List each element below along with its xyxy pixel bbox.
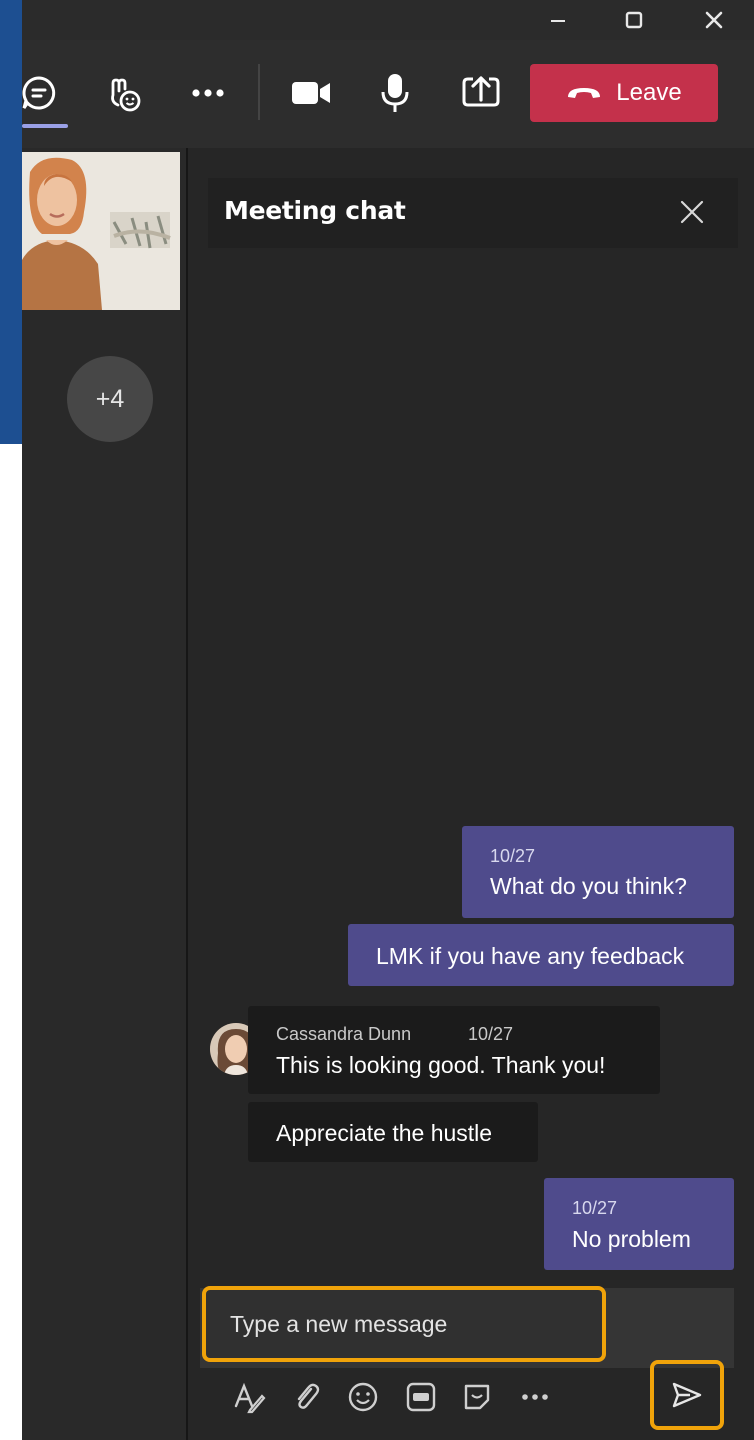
leave-button[interactable]: Leave [530,64,718,122]
send-icon [672,1382,702,1408]
attach-icon [297,1383,320,1409]
meeting-stage: +4 [22,148,186,1440]
toolbar-divider [258,64,260,120]
chat-message-outgoing[interactable]: 10/27 No problem [544,1178,734,1270]
reactions-icon [111,78,141,112]
format-icon [234,1382,266,1414]
message-input[interactable] [228,1309,580,1339]
edge-artifact [0,1352,4,1368]
meeting-chat-panel: Meeting chat 10/27 What do you think? LM… [186,148,754,1440]
message-timestamp: 10/27 [572,1198,618,1218]
gif-icon [406,1382,436,1412]
sticker-icon [464,1384,490,1410]
camera-button[interactable] [280,62,342,124]
participant-video [22,152,180,310]
compose-box[interactable] [202,1286,606,1362]
more-icon [522,1394,548,1400]
message-sender: Cassandra Dunn [276,1024,412,1044]
camera-icon [292,82,330,104]
microphone-button[interactable] [364,62,426,124]
reactions-button[interactable] [92,62,154,124]
chat-icon [22,76,56,110]
format-button[interactable] [228,1376,270,1418]
overflow-participants-badge[interactable]: +4 [67,356,153,442]
maximize-button[interactable] [604,0,664,40]
message-text: No problem [572,1226,691,1252]
message-text: Appreciate the hustle [276,1120,493,1146]
send-button[interactable] [650,1360,724,1430]
message-text: LMK if you have any feedback [376,943,685,969]
attach-button[interactable] [286,1376,328,1418]
title-bar [22,0,754,40]
gif-button[interactable] [400,1376,442,1418]
message-text: What do you think? [490,873,687,899]
chat-message-incoming[interactable]: Cassandra Dunn 10/27 This is looking goo… [248,1006,660,1094]
chat-message-outgoing[interactable]: LMK if you have any feedback [348,924,734,986]
emoji-button[interactable] [342,1376,384,1418]
message-timestamp: 10/27 [468,1024,514,1044]
share-screen-button[interactable] [450,62,512,124]
emoji-icon [348,1382,378,1412]
close-icon [680,200,704,224]
background-window-strip [0,0,22,444]
minimize-button[interactable] [528,0,588,40]
chat-message-incoming[interactable]: Appreciate the hustle [248,1102,538,1162]
share-screen-icon [462,76,500,107]
meeting-toolbar: Leave [22,40,754,149]
maximize-icon [625,11,643,29]
chat-message-outgoing[interactable]: 10/27 What do you think? [462,826,734,918]
chat-active-indicator [22,124,68,128]
chat-header: Meeting chat [208,178,738,248]
more-options-button[interactable] [177,62,239,124]
microphone-icon [381,74,409,112]
message-timestamp: 10/27 [490,846,536,866]
leave-label: Leave [616,79,682,106]
close-icon [705,11,723,29]
close-chat-button[interactable] [674,194,710,230]
more-compose-options-button[interactable] [514,1376,556,1418]
message-text: This is looking good. Thank you! [276,1052,606,1078]
close-window-button[interactable] [684,0,744,40]
sticker-button[interactable] [456,1376,498,1418]
chat-title: Meeting chat [224,196,406,225]
more-options-icon [192,89,224,97]
chat-button[interactable] [22,62,70,124]
hang-up-icon [568,88,601,98]
participant-video-tile[interactable] [22,152,180,310]
teams-meeting-window: Leave +4 Meeting chat 10/27 What do you … [22,0,754,1440]
minimize-icon [551,20,565,22]
